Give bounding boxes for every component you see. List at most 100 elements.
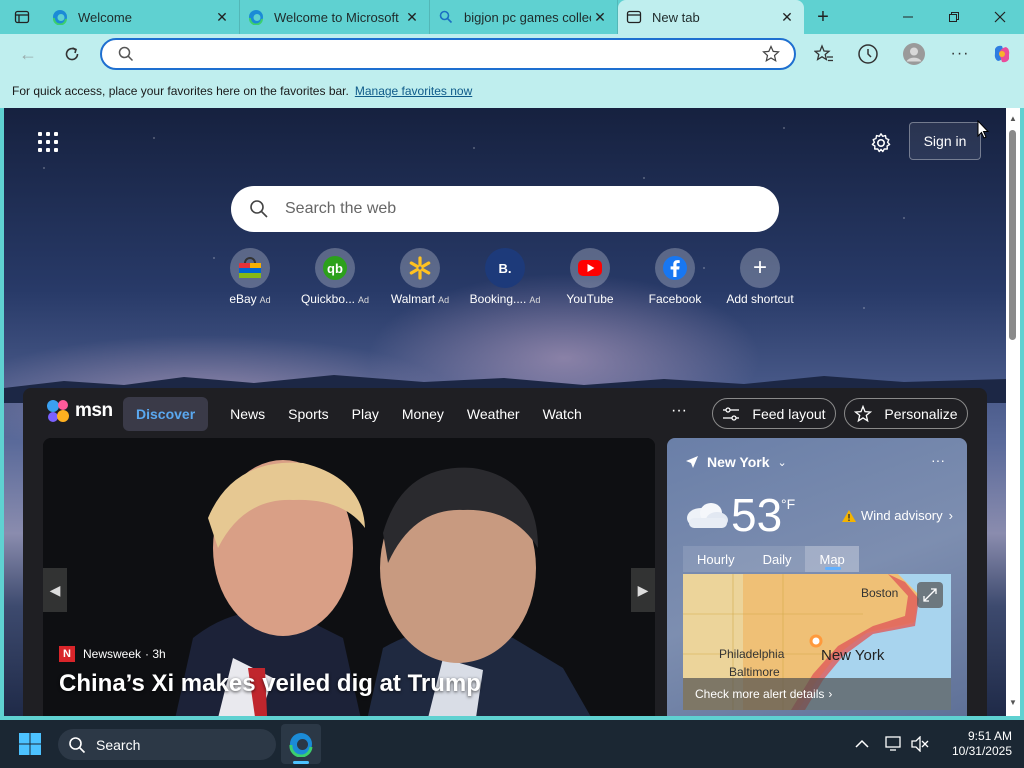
active-app-indicator (293, 761, 309, 764)
shortcut-booking[interactable]: B. Booking.... Ad (462, 248, 548, 306)
weather-more-button[interactable]: ··· (931, 452, 945, 468)
tab-new-tab[interactable]: New tab ✕ (618, 0, 804, 34)
profile-button[interactable] (896, 36, 932, 72)
network-display-icon (885, 736, 901, 751)
scroll-up-icon[interactable]: ▲ (1009, 114, 1017, 123)
scrollbar-thumb[interactable] (1009, 130, 1016, 340)
add-shortcut-button[interactable]: + Add shortcut (717, 248, 803, 306)
personalize-label: Personalize (884, 405, 958, 422)
warning-icon (842, 509, 856, 522)
refresh-icon (65, 47, 79, 61)
booking-icon: B. (485, 248, 525, 288)
search-placeholder: Search the web (285, 200, 397, 217)
taskbar-edge-button[interactable] (281, 724, 321, 764)
check-alert-details-link[interactable]: Check more alert details › (683, 678, 951, 710)
shortcut-quickbooks[interactable]: qb Quickbo... Ad (292, 248, 378, 306)
expand-icon (923, 588, 937, 602)
web-search-box[interactable]: Search the web (231, 186, 779, 232)
network-button[interactable] (880, 730, 908, 758)
chevron-up-icon (855, 739, 869, 748)
copilot-button[interactable] (984, 36, 1020, 72)
msn-logo: msn (45, 398, 113, 424)
tab-title: New tab (652, 9, 700, 25)
restore-icon (949, 12, 959, 22)
back-button[interactable]: ← (10, 36, 46, 72)
previous-slide-button[interactable]: ◀ (43, 568, 67, 612)
personalize-button[interactable]: Personalize (844, 398, 968, 429)
minimize-button[interactable] (885, 0, 931, 34)
page-scrollbar[interactable]: ▲ ▼ (1006, 108, 1020, 716)
tab-discover[interactable]: Discover (123, 397, 209, 431)
address-input[interactable] (142, 42, 762, 66)
shortcut-label: YouTube (566, 292, 614, 306)
tab-map[interactable]: Map (805, 546, 859, 572)
weather-alert-map[interactable]: Boston Philadelphia Baltimore New York C… (683, 574, 951, 710)
settings-and-more-button[interactable]: ··· (942, 36, 978, 72)
show-hidden-icons-button[interactable] (848, 730, 876, 758)
next-slide-button[interactable]: ▶ (631, 568, 655, 612)
copilot-icon (994, 45, 1010, 63)
volume-button[interactable] (906, 730, 934, 758)
msn-brand: msn (75, 400, 113, 421)
scroll-down-icon[interactable]: ▼ (1009, 698, 1017, 707)
more-tabs-button[interactable]: ··· (671, 402, 687, 420)
temperature-unit: °F (781, 496, 796, 512)
tab-bigjon-search[interactable]: bigjon pc games collect ✕ (430, 0, 618, 34)
start-button[interactable] (18, 732, 42, 761)
system-clock[interactable]: 9:51 AM 10/31/2025 (936, 729, 1012, 759)
shortcut-facebook[interactable]: Facebook (632, 248, 718, 306)
walmart-spark-icon (400, 248, 440, 288)
browser-essentials-button[interactable] (850, 36, 886, 72)
close-tab-button[interactable]: ✕ (403, 8, 421, 26)
msn-butterfly-icon (47, 400, 69, 422)
search-icon (69, 736, 86, 753)
tab-watch[interactable]: Watch (543, 406, 582, 422)
edge-icon (52, 9, 68, 25)
refresh-button[interactable] (54, 36, 90, 72)
alert-details-text: Check more alert details (695, 687, 825, 701)
sparkle-star-icon (854, 404, 873, 422)
app-launcher-button[interactable] (36, 130, 60, 154)
address-bar[interactable] (100, 38, 796, 70)
close-tab-button[interactable]: ✕ (778, 8, 796, 26)
tab-news[interactable]: News (230, 406, 265, 422)
shortcut-ebay[interactable]: eBay Ad (207, 248, 293, 306)
feed-layout-button[interactable]: Feed layout (712, 398, 836, 429)
search-icon (438, 9, 454, 25)
new-tab-button[interactable]: + (804, 0, 842, 34)
close-tab-button[interactable]: ✕ (591, 8, 609, 26)
tab-money[interactable]: Money (402, 406, 444, 422)
favorites-button[interactable] (806, 36, 842, 72)
tab-hourly[interactable]: Hourly (683, 546, 749, 572)
browser-window: Welcome ✕ Welcome to Microsoft E ✕ bigjo… (0, 0, 1024, 768)
tab-welcome[interactable]: Welcome ✕ (44, 0, 240, 34)
sign-in-button[interactable]: Sign in (909, 122, 981, 160)
close-window-button[interactable] (977, 0, 1023, 34)
tab-title: bigjon pc games collect (464, 9, 591, 25)
tab-sports[interactable]: Sports (288, 406, 328, 422)
shortcut-walmart[interactable]: Walmart Ad (377, 248, 463, 306)
news-headline[interactable]: China’s Xi makes veiled dig at Trump (59, 670, 481, 698)
hero-news-card[interactable]: ◀ ▶ N Newsweek · 3h China’s Xi makes vei… (43, 438, 655, 716)
favorite-star-button[interactable] (762, 45, 780, 63)
news-source: N Newsweek · 3h (59, 646, 166, 662)
restore-button[interactable] (931, 0, 977, 34)
taskbar-search[interactable]: Search (58, 729, 276, 760)
tab-weather[interactable]: Weather (467, 406, 520, 422)
tab-play[interactable]: Play (352, 406, 379, 422)
tab-actions-button[interactable] (0, 0, 44, 34)
chevron-right-icon: › (948, 508, 953, 523)
close-tab-button[interactable]: ✕ (213, 8, 231, 26)
weather-alert-link[interactable]: Wind advisory › (841, 508, 953, 523)
weather-card: New York ⌄ ··· 53 °F Wind advisory › Hou… (667, 438, 967, 716)
expand-map-button[interactable] (917, 582, 943, 608)
facebook-icon (655, 248, 695, 288)
page-settings-button[interactable] (868, 130, 894, 156)
manage-favorites-link[interactable]: Manage favorites now (355, 84, 472, 98)
tab-welcome-microsoft-edge[interactable]: Welcome to Microsoft E ✕ (240, 0, 430, 34)
shortcut-youtube[interactable]: YouTube (547, 248, 633, 306)
weather-location-button[interactable]: New York ⌄ (685, 454, 787, 470)
new-tab-page: Sign in Search the web eBay Ad qb Quickbo… (4, 108, 1006, 716)
tab-daily[interactable]: Daily (748, 546, 806, 572)
chevron-right-icon: ▶ (637, 581, 649, 598)
